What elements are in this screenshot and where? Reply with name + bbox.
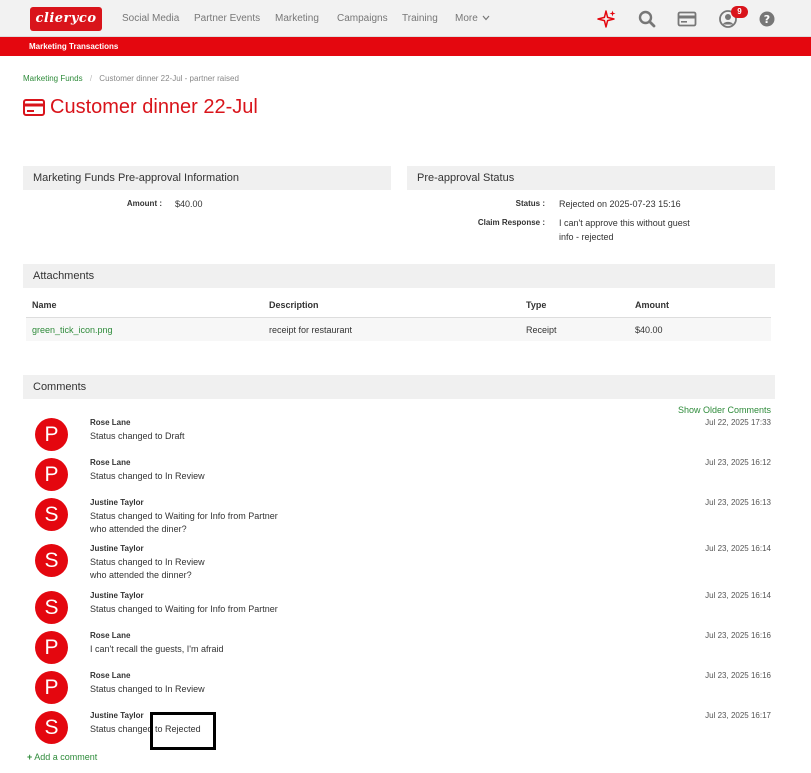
nav-partner-events[interactable]: Partner Events xyxy=(194,13,260,24)
avatar: S xyxy=(35,591,68,624)
nav-more[interactable]: More xyxy=(455,13,490,24)
comment-text: Status changed to Waiting for Info from … xyxy=(90,604,278,614)
comment-author: Justine Taylor xyxy=(90,544,144,553)
avatar: P xyxy=(35,631,68,664)
sub-nav-marketing-transactions[interactable]: Marketing Transactions xyxy=(29,42,118,51)
comment-timestamp: Jul 23, 2025 16:13 xyxy=(705,498,771,507)
breadcrumb-marketing-funds[interactable]: Marketing Funds xyxy=(23,74,83,83)
comment-author: Rose Lane xyxy=(90,458,131,467)
help-icon[interactable]: ? xyxy=(757,9,777,29)
sub-nav-bar: Marketing Transactions xyxy=(0,37,811,56)
comment-timestamp: Jul 23, 2025 16:17 xyxy=(705,711,771,720)
add-comment-label: Add a comment xyxy=(34,752,98,762)
status-value: Rejected on 2025-07-23 15:16 xyxy=(559,199,681,209)
comment-timestamp: Jul 23, 2025 16:12 xyxy=(705,458,771,467)
attachments-col-type: Type xyxy=(526,300,547,310)
comments-heading: Comments xyxy=(23,375,775,399)
chevron-down-icon xyxy=(482,15,490,21)
list-item: S Justine Taylor Status changed to Waiti… xyxy=(0,591,811,631)
status-label: Status : xyxy=(515,199,545,208)
comment-author: Justine Taylor xyxy=(90,711,144,720)
list-item: P Rose Lane Status changed to In Review … xyxy=(0,458,811,498)
comment-timestamp: Jul 23, 2025 16:14 xyxy=(705,591,771,600)
attachment-type: Receipt xyxy=(526,325,557,335)
add-comment-link[interactable]: + Add a comment xyxy=(27,752,97,762)
page-title-row: Customer dinner 22-Jul xyxy=(23,95,258,119)
comment-author: Rose Lane xyxy=(90,631,131,640)
comment-author: Rose Lane xyxy=(90,418,131,427)
comment-text: Status changed to In Review xyxy=(90,471,205,481)
preapproval-info-heading: Marketing Funds Pre-approval Information xyxy=(23,166,391,190)
credit-card-icon xyxy=(23,98,45,116)
avatar: P xyxy=(35,418,68,451)
comment-text-extra: who attended the dinner? xyxy=(90,570,192,580)
claim-response-line-2: info - rejected xyxy=(559,232,614,242)
list-item: P Rose Lane Status changed to In Review … xyxy=(0,671,811,711)
preapproval-status-heading: Pre-approval Status xyxy=(407,166,775,190)
list-item: S Justine Taylor Status changed to Waiti… xyxy=(0,498,811,538)
attachments-col-description: Description xyxy=(269,300,319,310)
claim-response-line-1: I can't approve this without guest xyxy=(559,218,690,228)
comment-author: Justine Taylor xyxy=(90,591,144,600)
amount-value: $40.00 xyxy=(175,199,203,209)
nav-training[interactable]: Training xyxy=(402,13,438,24)
attachments-col-name: Name xyxy=(32,300,57,310)
list-item: P Rose Lane I can't recall the guests, I… xyxy=(0,631,811,671)
show-older-comments-link[interactable]: Show Older Comments xyxy=(678,405,771,415)
breadcrumb-separator: / xyxy=(89,74,93,83)
avatar: P xyxy=(35,458,68,491)
avatar: S xyxy=(35,544,68,577)
svg-text:?: ? xyxy=(764,13,770,26)
comment-timestamp: Jul 23, 2025 16:16 xyxy=(705,671,771,680)
comment-text: I can't recall the guests, I'm afraid xyxy=(90,644,224,654)
claim-response-value: I can't approve this without guest info … xyxy=(559,216,690,244)
comment-timestamp: Jul 23, 2025 16:14 xyxy=(705,544,771,553)
page-title: Customer dinner 22-Jul xyxy=(50,95,258,118)
nav-social-media[interactable]: Social Media xyxy=(122,13,179,24)
top-nav: clieryco Social Media Partner Events Mar… xyxy=(0,0,811,37)
attachments-col-amount: Amount xyxy=(635,300,669,310)
nav-more-label: More xyxy=(455,13,478,24)
nav-marketing[interactable]: Marketing xyxy=(275,13,319,24)
comment-text: Status changed to In Review xyxy=(90,684,205,694)
plus-icon: + xyxy=(27,752,33,762)
attachment-amount: $40.00 xyxy=(635,325,663,335)
comment-text: Status changed to In Review xyxy=(90,557,205,567)
comment-timestamp: Jul 22, 2025 17:33 xyxy=(705,418,771,427)
breadcrumb-current: Customer dinner 22-Jul - partner raised xyxy=(99,74,239,83)
search-icon[interactable] xyxy=(637,9,657,29)
notification-badge: 9 xyxy=(731,6,748,18)
attachments-heading: Attachments xyxy=(23,264,775,288)
comment-author: Rose Lane xyxy=(90,671,131,680)
claim-response-label: Claim Response : xyxy=(477,218,545,227)
list-item: P Rose Lane Status changed to Draft Jul … xyxy=(0,418,811,458)
comment-author: Justine Taylor xyxy=(90,498,144,507)
sparkle-icon[interactable] xyxy=(597,9,617,29)
highlight-box xyxy=(150,712,216,750)
attachment-description: receipt for restaurant xyxy=(269,325,353,335)
comment-text-extra: who attended the diner? xyxy=(90,524,187,534)
nav-campaigns[interactable]: Campaigns xyxy=(337,13,388,24)
avatar: P xyxy=(35,671,68,704)
attachment-file-link[interactable]: green_tick_icon.png xyxy=(32,325,113,335)
list-item: S Justine Taylor Status changed to In Re… xyxy=(0,544,811,584)
list-item: S Justine Taylor Status changed to Rejec… xyxy=(0,711,811,751)
avatar: S xyxy=(35,711,68,744)
card-icon[interactable] xyxy=(677,9,697,29)
amount-label: Amount : xyxy=(126,199,162,208)
brand-logo[interactable]: clieryco xyxy=(30,7,102,31)
comment-timestamp: Jul 23, 2025 16:16 xyxy=(705,631,771,640)
comment-text: Status changed to Waiting for Info from … xyxy=(90,511,278,521)
breadcrumb: Marketing Funds / Customer dinner 22-Jul… xyxy=(23,74,239,83)
avatar: S xyxy=(35,498,68,531)
comment-text: Status changed to Draft xyxy=(90,431,185,441)
